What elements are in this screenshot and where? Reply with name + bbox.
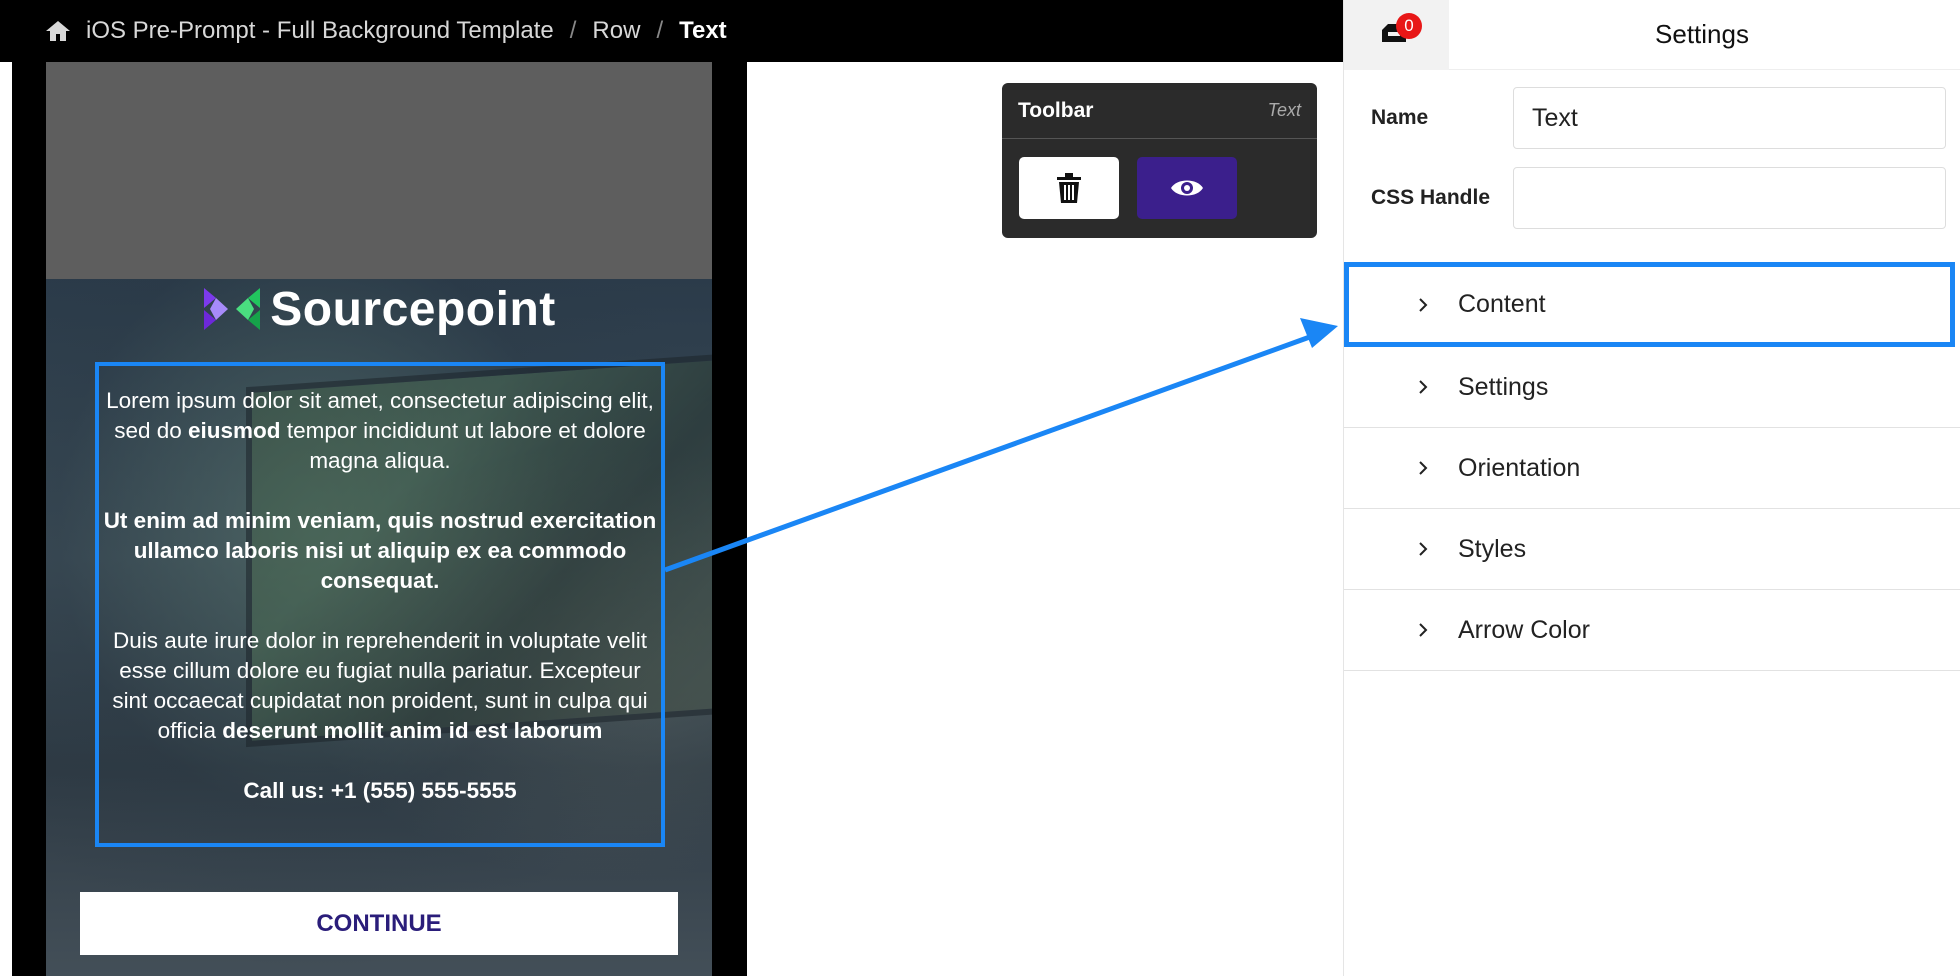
- preview-button[interactable]: [1137, 157, 1237, 219]
- section-orientation[interactable]: Orientation: [1344, 428, 1960, 509]
- css-handle-field-row: CSS Handle: [1344, 158, 1960, 238]
- section-label: Settings: [1458, 372, 1549, 401]
- breadcrumb-template[interactable]: iOS Pre-Prompt - Full Background Templat…: [86, 17, 554, 45]
- text-paragraph-3: Duis aute irure dolor in reprehenderit i…: [112, 628, 648, 743]
- selected-text-component[interactable]: Lorem ipsum dolor sit amet, consectetur …: [95, 362, 665, 847]
- sourcepoint-logo-icon: [204, 288, 261, 330]
- breadcrumb: iOS Pre-Prompt - Full Background Templat…: [0, 0, 1343, 62]
- section-label: Arrow Color: [1458, 615, 1590, 644]
- breadcrumb-current: Text: [679, 17, 727, 44]
- notifications-button[interactable]: 0: [1344, 0, 1449, 70]
- chevron-right-icon: [1419, 623, 1428, 637]
- phone-number-text: Call us: +1 (555) 555-5555: [243, 778, 517, 803]
- css-handle-label: CSS Handle: [1371, 186, 1491, 209]
- element-toolbar: Toolbar Text: [1002, 83, 1317, 238]
- name-field-row: Name: [1344, 78, 1960, 158]
- chevron-right-icon: [1419, 297, 1428, 312]
- home-icon[interactable]: [44, 19, 72, 43]
- section-label: Content: [1458, 290, 1546, 318]
- breadcrumb-row[interactable]: Row: [592, 17, 640, 45]
- logo[interactable]: Sourcepoint: [46, 279, 712, 339]
- breadcrumb-separator: /: [656, 17, 664, 44]
- continue-button[interactable]: CONTINUE: [80, 892, 678, 955]
- notification-count-badge: 0: [1396, 12, 1422, 39]
- chevron-right-icon: [1419, 461, 1428, 475]
- toolbar-element-type: Text: [1267, 100, 1301, 120]
- section-label: Styles: [1458, 534, 1527, 563]
- section-settings[interactable]: Settings: [1344, 347, 1960, 428]
- toolbar-header: Toolbar Text: [1002, 83, 1317, 139]
- name-label: Name: [1371, 106, 1429, 129]
- text-paragraph-2: Ut enim ad minim veniam, quis nostrud ex…: [103, 508, 657, 593]
- preview-top-area: [46, 62, 712, 279]
- settings-header: 0 Settings: [1344, 0, 1960, 70]
- settings-title: Settings: [1655, 19, 1749, 49]
- section-styles[interactable]: Styles: [1344, 509, 1960, 590]
- name-input[interactable]: [1513, 87, 1946, 149]
- delete-button[interactable]: [1019, 157, 1119, 219]
- chevron-right-icon: [1419, 380, 1428, 394]
- trash-icon: [1057, 173, 1081, 203]
- section-label: Orientation: [1458, 453, 1581, 482]
- toolbar-title: Toolbar: [1018, 98, 1094, 122]
- eye-icon: [1171, 180, 1203, 196]
- section-arrow-color[interactable]: Arrow Color: [1344, 590, 1960, 671]
- text-paragraph-1: Lorem ipsum dolor sit amet, consectetur …: [106, 388, 654, 473]
- chevron-right-icon: [1419, 542, 1428, 556]
- breadcrumb-separator: /: [569, 17, 577, 44]
- logo-text: Sourcepoint: [270, 282, 556, 336]
- settings-panel: 0 Settings Name CSS Handle Content Setti…: [1343, 0, 1960, 976]
- css-handle-input[interactable]: [1513, 167, 1946, 229]
- settings-sections: Content Settings Orientation Styles Arro…: [1344, 262, 1960, 671]
- phone-preview: Sourcepoint Lorem ipsum dolor sit amet, …: [46, 62, 712, 976]
- section-content[interactable]: Content: [1344, 262, 1955, 347]
